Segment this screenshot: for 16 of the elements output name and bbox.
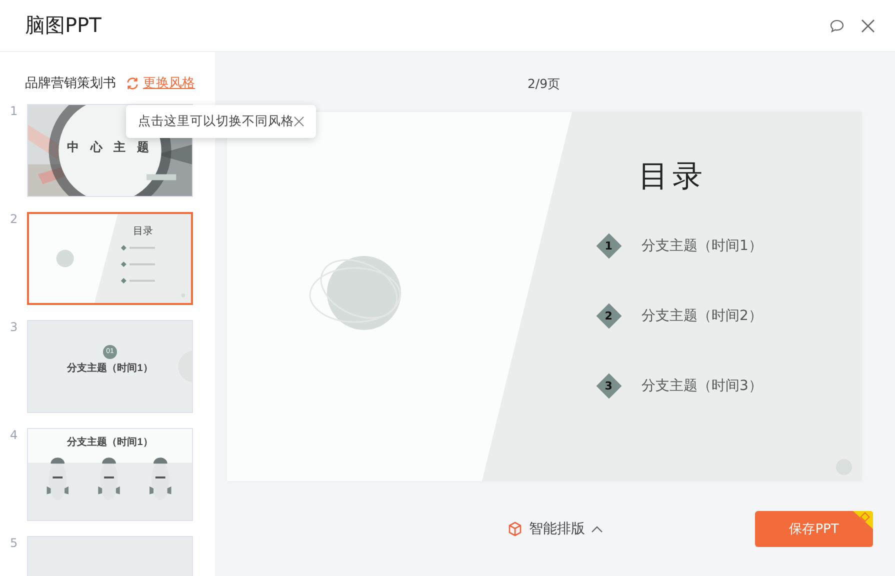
slide-number: 4 [10,428,19,442]
slide-number: 1 [10,104,19,118]
slide-title: 目录 [638,158,708,196]
toc-item: 分支主题（时间3） [642,377,762,395]
slide-number: 5 [10,536,19,550]
toc-item: 分支主题（时间2） [642,307,762,325]
slide-title: 中 心 主 题 [66,139,154,156]
slide-number: 2 [10,212,19,226]
slide-number: 3 [10,320,19,334]
slide-title: 目录 [133,225,153,238]
window-title: 脑图PPT [25,12,102,39]
slide-title: 分支主题（时间1） [66,435,154,449]
document-title: 品牌营销策划书 [25,75,116,92]
toc-item: 分支主题（时间1） [642,237,762,255]
page-indicator: 2/9页 [527,76,561,93]
slide-title: 分支主题（时间1） [66,361,154,375]
